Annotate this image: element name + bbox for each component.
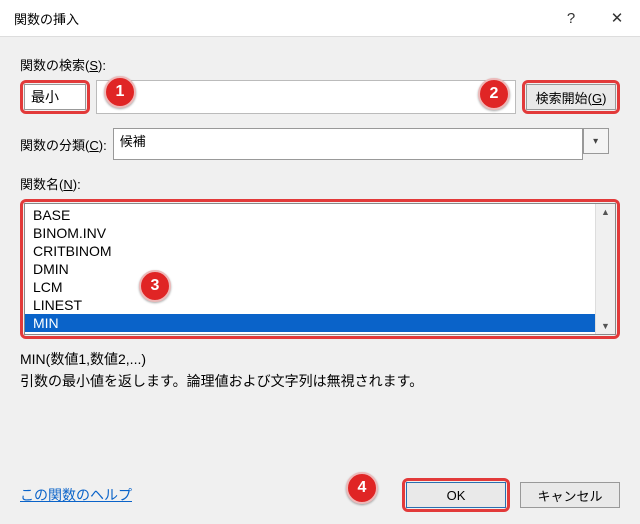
search-extension[interactable] (96, 80, 516, 114)
ok-button[interactable]: OK (406, 482, 506, 508)
annotation-badge-1: 1 (104, 76, 136, 108)
list-item[interactable]: BINOM.INV (25, 224, 595, 242)
list-item[interactable]: LCM (25, 278, 595, 296)
search-label: 関数の検索(S): (20, 55, 620, 74)
list-item[interactable]: MIN (25, 314, 595, 332)
category-label: 関数の分類(C): (20, 135, 107, 154)
ok-button-highlight: OK (402, 478, 510, 512)
cancel-button[interactable]: キャンセル (520, 482, 620, 508)
go-button-highlight: 検索開始(G) (522, 80, 620, 114)
category-selected-value: 候補 (120, 134, 146, 149)
chevron-down-icon[interactable]: ▾ (583, 128, 609, 154)
function-listbox[interactable]: BASEBINOM.INVCRITBINOMDMINLCMLINESTMIN ▲… (24, 203, 616, 335)
annotation-badge-2: 2 (478, 78, 510, 110)
list-item[interactable]: CRITBINOM (25, 242, 595, 260)
annotation-badge-4: 4 (346, 472, 378, 504)
search-go-button[interactable]: 検索開始(G) (526, 84, 616, 110)
help-icon[interactable]: ? (548, 0, 594, 36)
scroll-up-icon[interactable]: ▲ (601, 207, 610, 217)
list-item[interactable]: LINEST (25, 296, 595, 314)
function-list-highlight: BASEBINOM.INVCRITBINOMDMINLCMLINESTMIN ▲… (20, 199, 620, 339)
titlebar: 関数の挿入 ? ✕ (0, 0, 640, 37)
dialog-body: 関数の検索(S): 検索開始(G) 1 2 関数の分類(C): 候補 ▾ 関数名… (0, 37, 640, 409)
functions-label: 関数名(N): (20, 174, 620, 193)
scrollbar[interactable]: ▲ ▼ (595, 204, 615, 334)
list-item[interactable]: DMIN (25, 260, 595, 278)
search-input-highlight (20, 80, 90, 114)
function-description: 引数の最小値を返します。論理値および文字列は無視されます。 (20, 371, 620, 391)
window-title: 関数の挿入 (14, 9, 548, 28)
function-syntax: MIN(数値1,数値2,...) (20, 349, 620, 369)
list-item[interactable]: BASE (25, 206, 595, 224)
dialog-footer: この関数のヘルプ 4 OK キャンセル (0, 478, 640, 512)
category-select[interactable]: 候補 (113, 128, 583, 160)
search-input[interactable] (24, 84, 86, 110)
help-link[interactable]: この関数のヘルプ (20, 485, 132, 505)
annotation-badge-3: 3 (139, 270, 171, 302)
close-icon[interactable]: ✕ (594, 0, 640, 36)
scroll-down-icon[interactable]: ▼ (601, 321, 610, 331)
